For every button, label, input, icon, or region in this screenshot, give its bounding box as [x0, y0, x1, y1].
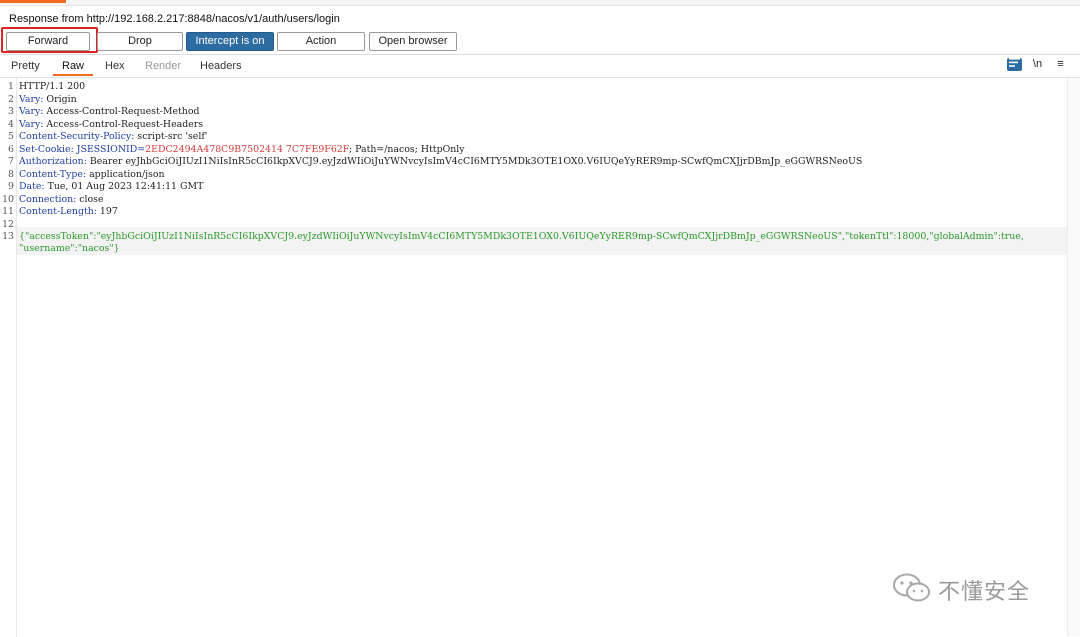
top-tab-strip [0, 0, 1080, 6]
view-tabs: Pretty Raw Hex Render Headers [0, 55, 1080, 76]
tab-render[interactable]: Render [145, 60, 181, 72]
intercept-toggle-button[interactable]: Intercept is on [186, 32, 274, 51]
gutter-divider [16, 78, 17, 637]
open-browser-button[interactable]: Open browser [369, 32, 457, 51]
action-button[interactable]: Action [277, 32, 365, 51]
wrap-glyph-icon [1009, 58, 1020, 67]
drop-button[interactable]: Drop [97, 32, 183, 51]
tab-pretty[interactable]: Pretty [11, 60, 40, 72]
menu-icon[interactable]: ≡ [1053, 58, 1068, 71]
watermark-text: 不懂安全 [938, 580, 1031, 605]
response-title: Response from http://192.168.2.217:8848/… [9, 13, 340, 25]
highlight-box [1, 27, 98, 53]
tab-hex[interactable]: Hex [105, 60, 125, 72]
vertical-scrollbar[interactable] [1067, 78, 1080, 636]
tab-headers[interactable]: Headers [200, 60, 242, 72]
watermark: 不懂安全 [891, 572, 1051, 606]
active-tab-indicator [0, 0, 66, 3]
wechat-icon [893, 573, 930, 602]
wrap-icon[interactable] [1007, 58, 1022, 71]
response-editor[interactable]: 1 HTTP/1.1 200 2 Vary: Origin 3 Vary: Acces… [0, 77, 1080, 637]
tab-raw[interactable]: Raw [62, 60, 84, 72]
tab-raw-underline [53, 74, 93, 76]
newline-icon[interactable]: \n [1030, 58, 1045, 71]
